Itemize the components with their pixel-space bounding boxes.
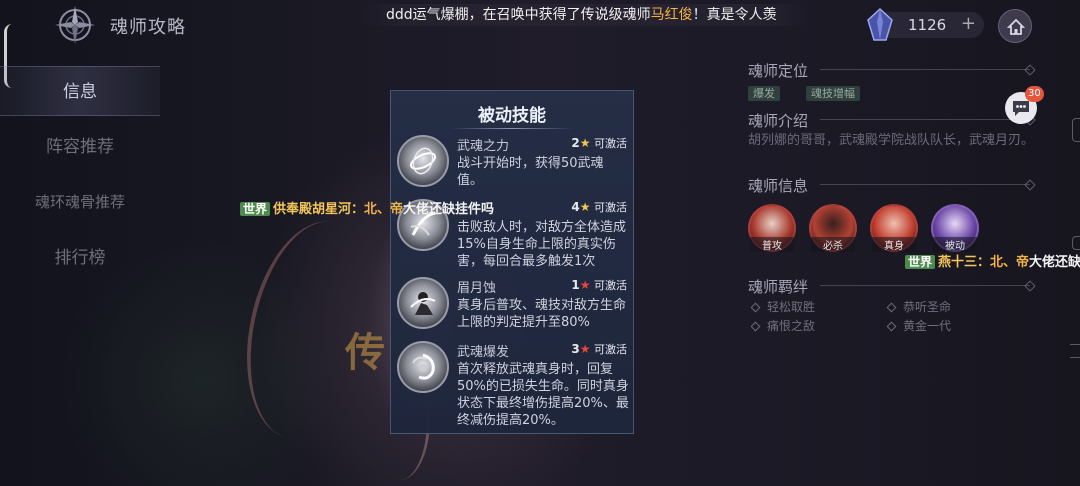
skill-label: 必杀 (811, 237, 855, 252)
tab-ranking[interactable]: 排行榜 (0, 233, 160, 283)
diamond-icon (750, 321, 761, 332)
chat-sender: 供奉殿胡星河： (273, 202, 365, 217)
skill-star-level: 4★ 可激活 (571, 200, 627, 214)
currency-bar: 1126 + (867, 8, 984, 41)
home-button[interactable] (998, 9, 1032, 43)
popup-title: 被动技能 (391, 101, 633, 129)
skill-star-level: 1★ 可激活 (571, 278, 627, 292)
home-icon (1007, 18, 1025, 35)
skill-label: 普攻 (750, 237, 794, 252)
chat-bubble-icon (1013, 101, 1029, 116)
page-title: 魂师攻略 (110, 17, 186, 38)
diamond-icon (886, 321, 897, 332)
section-heading-position: 魂师定位 (748, 62, 809, 80)
skill-star-level: 3★ 可激活 (571, 342, 627, 356)
section-heading-info: 魂师信息 (748, 177, 809, 195)
edge-menu-lines (1070, 344, 1080, 358)
role-tag: 爆发 (748, 86, 780, 101)
compass-logo-icon (55, 6, 95, 44)
skill-star-level: 2★ 可激活 (571, 136, 627, 150)
notification-badge: 30 (1025, 86, 1044, 102)
skill-name: 眉月蚀 (457, 281, 497, 296)
skill-name: 武魂之力 (457, 139, 510, 154)
section-heading-bonds: 魂师羁绊 (748, 278, 809, 296)
tab-lineup[interactable]: 阵容推荐 (0, 122, 160, 172)
passive-button[interactable]: 被动 (931, 204, 979, 252)
currency-value: 1126 (908, 16, 947, 34)
skill-desc: 战斗开始时，获得50武魂值。 (457, 156, 604, 188)
skill-label: 真身 (872, 237, 916, 252)
divider (820, 184, 1030, 185)
diamond-icon (886, 302, 897, 313)
skill-soul-power-icon (397, 135, 449, 187)
soul-crystal-icon (867, 8, 893, 41)
edge-handle (1072, 118, 1080, 142)
skill-name: 武魂爆发 (457, 345, 510, 360)
role-tag: 魂技增幅 (806, 86, 860, 101)
bond-item[interactable]: 痛恨之敌 (750, 317, 815, 334)
world-tag: 世界 (240, 202, 271, 216)
divider (820, 119, 1030, 120)
skill-label: 被动 (933, 237, 977, 252)
bond-item[interactable]: 恭听圣命 (886, 298, 951, 315)
bond-item[interactable]: 黄金一代 (886, 317, 951, 334)
divider (820, 69, 1030, 70)
skill-desc: 首次释放武魂真身时，回复50%的已损失生命。同时真身状态下最终增伤提高20%、最… (457, 362, 629, 428)
marquee-text: ddd运气爆棚，在召唤中获得了传说级魂师 (386, 7, 651, 23)
ultimate-button[interactable]: 必杀 (809, 204, 857, 252)
normal-attack-button[interactable]: 普攻 (748, 204, 796, 252)
marquee-highlight: 马红俊 (650, 7, 693, 23)
announcement-marquee: ddd运气爆棚，在召唤中获得了传说级魂师马红俊！真是令人羡 (360, 4, 810, 26)
chat-highlight: 北、帝 (990, 255, 1030, 270)
world-tag: 世界 (905, 255, 936, 269)
world-chat-message[interactable]: 世界 供奉殿胡星河：北、帝大佬还缺挂件吗 (240, 198, 494, 217)
passive-skill-popup: 被动技能 武魂之力 2★ 可激活 战斗开始时，获得50武魂值。 4★ 可激活 击… (390, 90, 634, 434)
skill-desc: 真身后普攻、魂技对敌方生命上限的判定提升至80% (457, 298, 627, 330)
edge-handle (1072, 236, 1080, 250)
section-heading-intro: 魂师介绍 (748, 112, 809, 130)
skill-burst-icon (397, 341, 449, 393)
marquee-text-end: ！真是令人羡 (692, 7, 777, 23)
character-emblem-art: 传 (345, 329, 385, 376)
chat-text: 大佬还缺挂件吗 (403, 202, 495, 217)
true-body-button[interactable]: 真身 (870, 204, 918, 252)
world-chat-message[interactable]: 世界 燕十三：北、帝大佬还缺 (905, 251, 1080, 270)
add-currency-button[interactable]: + (961, 13, 976, 34)
skill-desc: 击败敌人时，对敌方全体造成15%自身生命上限的真实伤害，每回合最多触发1次 (457, 220, 627, 269)
chat-sender: 燕十三： (938, 255, 991, 270)
skill-crescent-eclipse-icon (397, 277, 449, 329)
chat-highlight: 北、帝 (364, 202, 404, 217)
divider (820, 285, 1030, 286)
diamond-icon (750, 302, 761, 313)
tab-info[interactable]: 信息 (0, 66, 160, 116)
bond-item[interactable]: 轻松取胜 (750, 298, 815, 315)
chat-text: 大佬还缺 (1029, 255, 1080, 270)
character-intro: 胡列娜的哥哥，武魂殿学院战队队长，武魂月刃。 (748, 133, 1035, 148)
tab-ring-bone[interactable]: 魂环魂骨推荐 (0, 177, 160, 227)
